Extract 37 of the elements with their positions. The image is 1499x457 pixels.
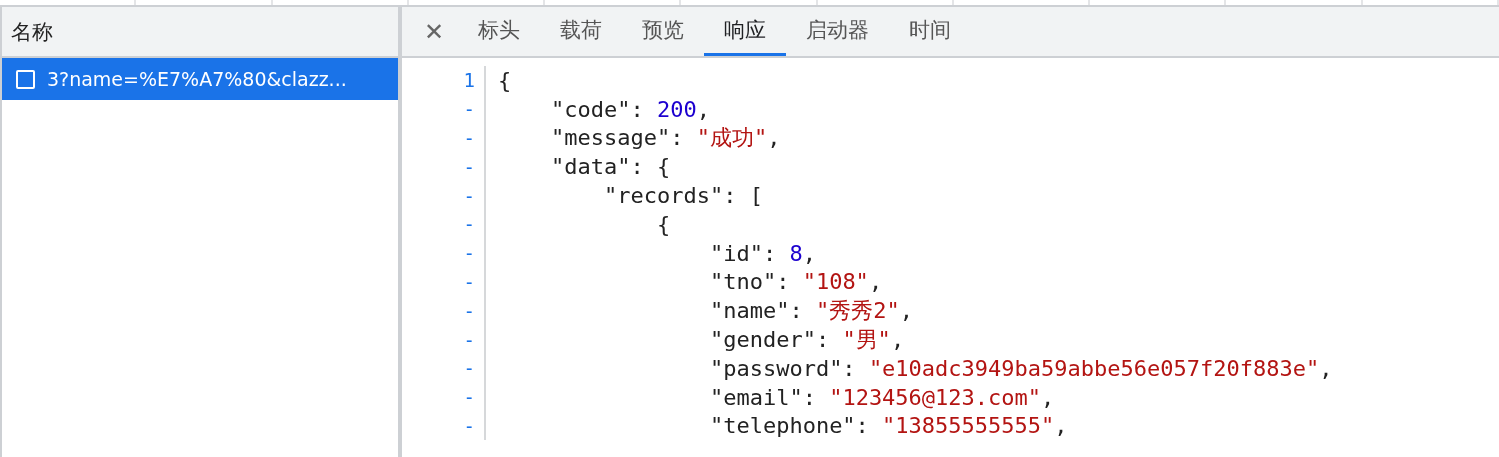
code-line: { <box>655 211 671 237</box>
line-number: - <box>402 325 486 354</box>
line-number: - <box>402 382 486 412</box>
tab[interactable]: 标头 <box>458 7 541 56</box>
code-line: "email": "123456@123.com", <box>708 384 1055 410</box>
line-number: - <box>402 411 486 441</box>
close-button[interactable]: ✕ <box>420 7 459 56</box>
tab[interactable]: 响应 <box>704 7 787 56</box>
line-number: - <box>402 353 486 383</box>
document-icon <box>16 69 35 89</box>
code-line: "records": [ <box>602 183 763 209</box>
line-number: - <box>402 123 486 153</box>
line-number: - <box>402 238 486 268</box>
code-line: "tno": "108", <box>708 269 883 295</box>
code-line: "data": { <box>549 154 671 180</box>
code-line: "password": "e10adc3949ba59abbe56e057f20f883e", <box>708 355 1333 381</box>
line-number: - <box>402 152 486 182</box>
tab[interactable]: 启动器 <box>786 7 890 56</box>
code-line: "name": "秀秀2", <box>708 296 913 325</box>
line-number: - <box>402 296 486 326</box>
line-number: - <box>402 267 486 297</box>
code-line: "id": 8, <box>708 240 816 266</box>
line-number: - <box>402 210 486 239</box>
code-line: "telephone": "13855555555", <box>708 413 1068 439</box>
line-number: 1 <box>402 66 486 95</box>
line-number: - <box>402 181 486 210</box>
tab[interactable]: 载荷 <box>540 7 623 56</box>
code-line: "code": 200, <box>549 96 710 122</box>
line-number: - <box>402 94 486 124</box>
column-header: 名称 <box>2 7 398 58</box>
code-line: "gender": "男", <box>708 325 905 354</box>
tab[interactable]: 时间 <box>889 7 972 56</box>
code-line: "message": "成功", <box>549 124 781 152</box>
request-name: 3?name=%E7%A7%80&clazz... <box>47 68 347 90</box>
tab[interactable]: 预览 <box>622 7 705 56</box>
request-row[interactable]: 3?name=%E7%A7%80&clazz... <box>2 58 398 100</box>
code-line: { <box>497 67 512 93</box>
